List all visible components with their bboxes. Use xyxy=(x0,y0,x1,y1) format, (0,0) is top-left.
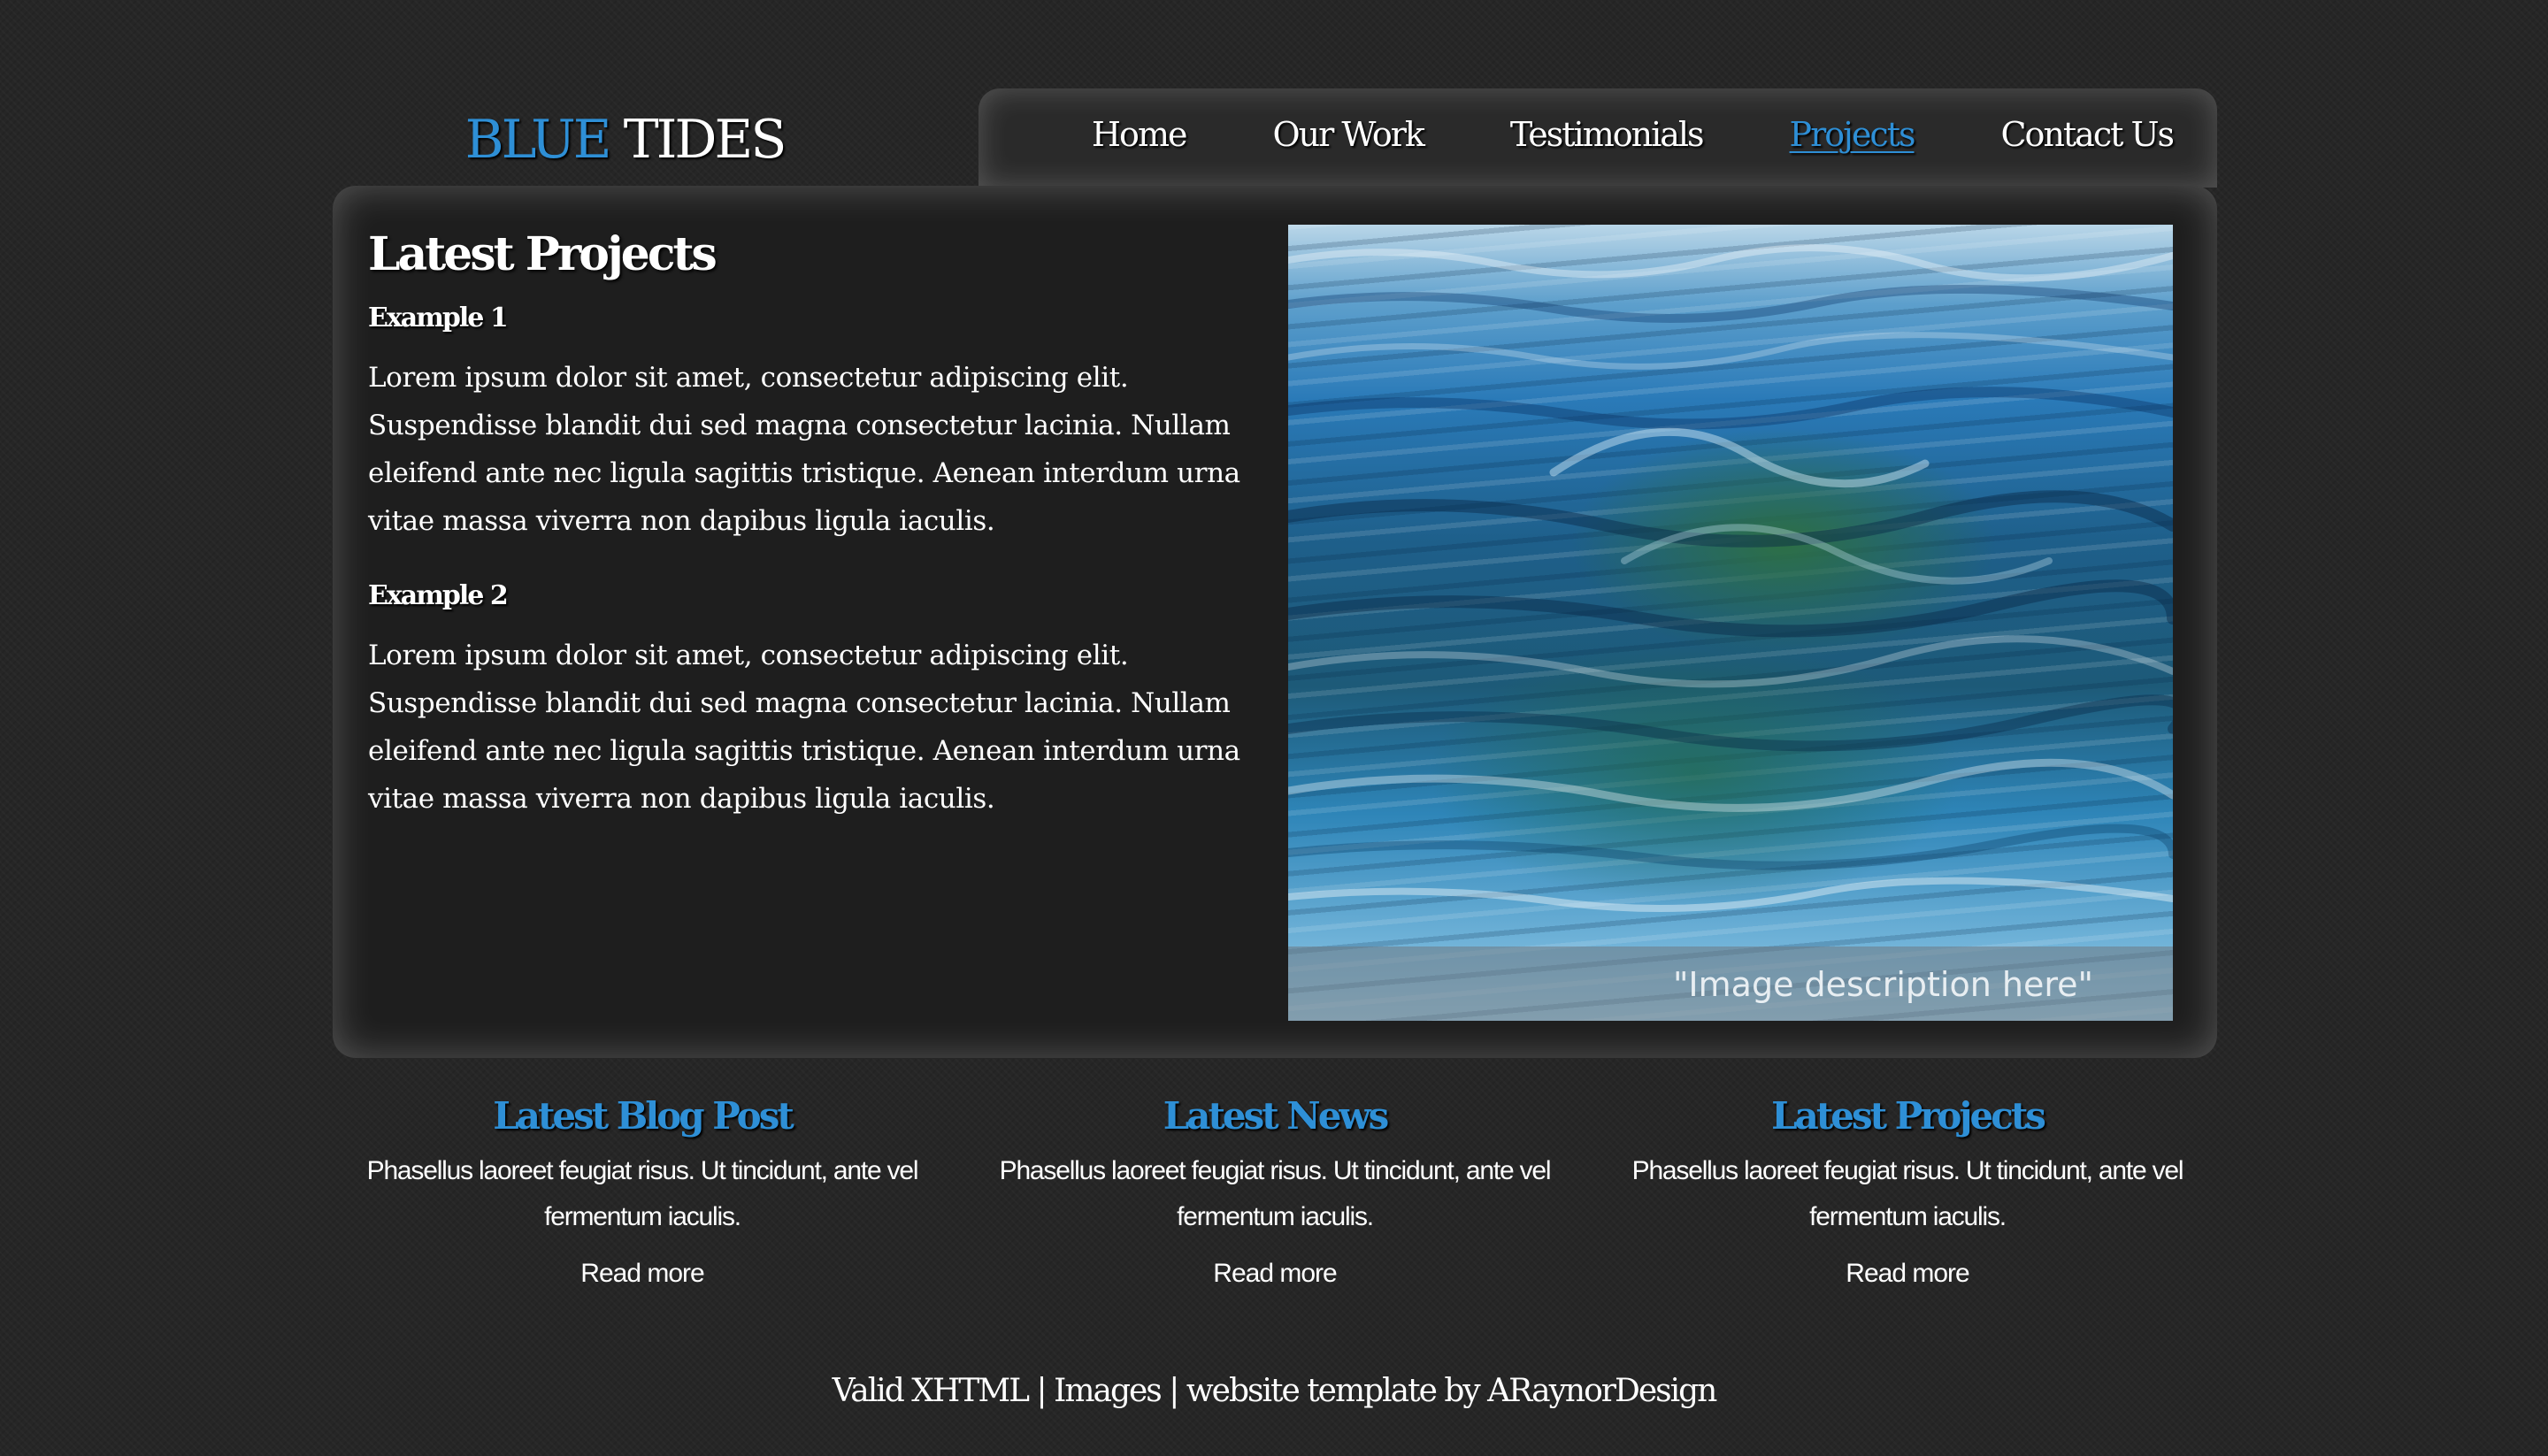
read-more-link[interactable]: Read more xyxy=(1213,1256,1337,1291)
logo-word-tides: TIDES xyxy=(623,109,787,171)
footer-separator: | xyxy=(1169,1373,1179,1409)
nav-list: Home Our Work Testimonials Projects Cont… xyxy=(1092,108,2175,161)
feature-image-water: "Image description here" xyxy=(1288,225,2173,1021)
example-2-text: Lorem ipsum dolor sit amet, consectetur … xyxy=(368,640,1240,815)
footer-link-credit[interactable]: website template by ARaynorDesign xyxy=(1186,1373,1718,1409)
footer-link-images[interactable]: Images xyxy=(1054,1373,1163,1409)
column-latest-projects: Latest Projects Phasellus laoreet feugia… xyxy=(1624,1088,2191,1291)
nav-item-our-work[interactable]: Our Work xyxy=(1272,108,1424,161)
column-text: Phasellus laoreet feugiat risus. Ut tinc… xyxy=(1631,1156,2184,1231)
example-2-heading: Example 2 xyxy=(368,580,509,611)
column-latest-news: Latest News Phasellus laoreet feugiat ri… xyxy=(992,1088,1558,1291)
image-caption: "Image description here" xyxy=(1672,965,2093,1004)
info-columns: Latest Blog Post Phasellus laoreet feugi… xyxy=(359,1088,2191,1291)
nav-item-testimonials[interactable]: Testimonials xyxy=(1510,108,1705,161)
water-waves-graphic xyxy=(1288,244,2173,912)
content-panel: Latest Projects Example 1 Lorem ipsum do… xyxy=(333,186,2217,1058)
read-more-link[interactable]: Read more xyxy=(1846,1256,1969,1291)
column-latest-blog-post: Latest Blog Post Phasellus laoreet feugi… xyxy=(359,1088,925,1291)
nav-item-home[interactable]: Home xyxy=(1092,108,1188,161)
content-text: Latest Projects Example 1 Lorem ipsum do… xyxy=(368,223,1270,823)
column-text: Phasellus laoreet feugiat risus. Ut tinc… xyxy=(999,1156,1552,1231)
site-logo[interactable]: BLUE TIDES xyxy=(333,104,917,175)
image-caption-bar: "Image description here" xyxy=(1288,946,2173,1021)
footer: Valid XHTML | Images | website template … xyxy=(0,1369,2548,1414)
column-title: Latest Blog Post xyxy=(493,1094,794,1138)
logo-word-blue: BLUE xyxy=(464,109,612,171)
footer-link-valid-xhtml[interactable]: Valid XHTML xyxy=(833,1373,1030,1409)
nav-item-contact-us[interactable]: Contact Us xyxy=(2000,108,2175,161)
read-more-link[interactable]: Read more xyxy=(580,1256,704,1291)
column-text: Phasellus laoreet feugiat risus. Ut tinc… xyxy=(366,1156,919,1231)
example-1-text: Lorem ipsum dolor sit amet, consectetur … xyxy=(368,362,1240,537)
example-1-heading: Example 1 xyxy=(368,303,509,333)
footer-separator: | xyxy=(1036,1373,1048,1409)
page-title: Latest Projects xyxy=(368,227,718,281)
main-navigation: Home Our Work Testimonials Projects Cont… xyxy=(979,88,2217,188)
nav-item-projects[interactable]: Projects xyxy=(1790,108,1916,161)
column-title: Latest News xyxy=(1163,1094,1389,1138)
column-title: Latest Projects xyxy=(1771,1094,2046,1138)
